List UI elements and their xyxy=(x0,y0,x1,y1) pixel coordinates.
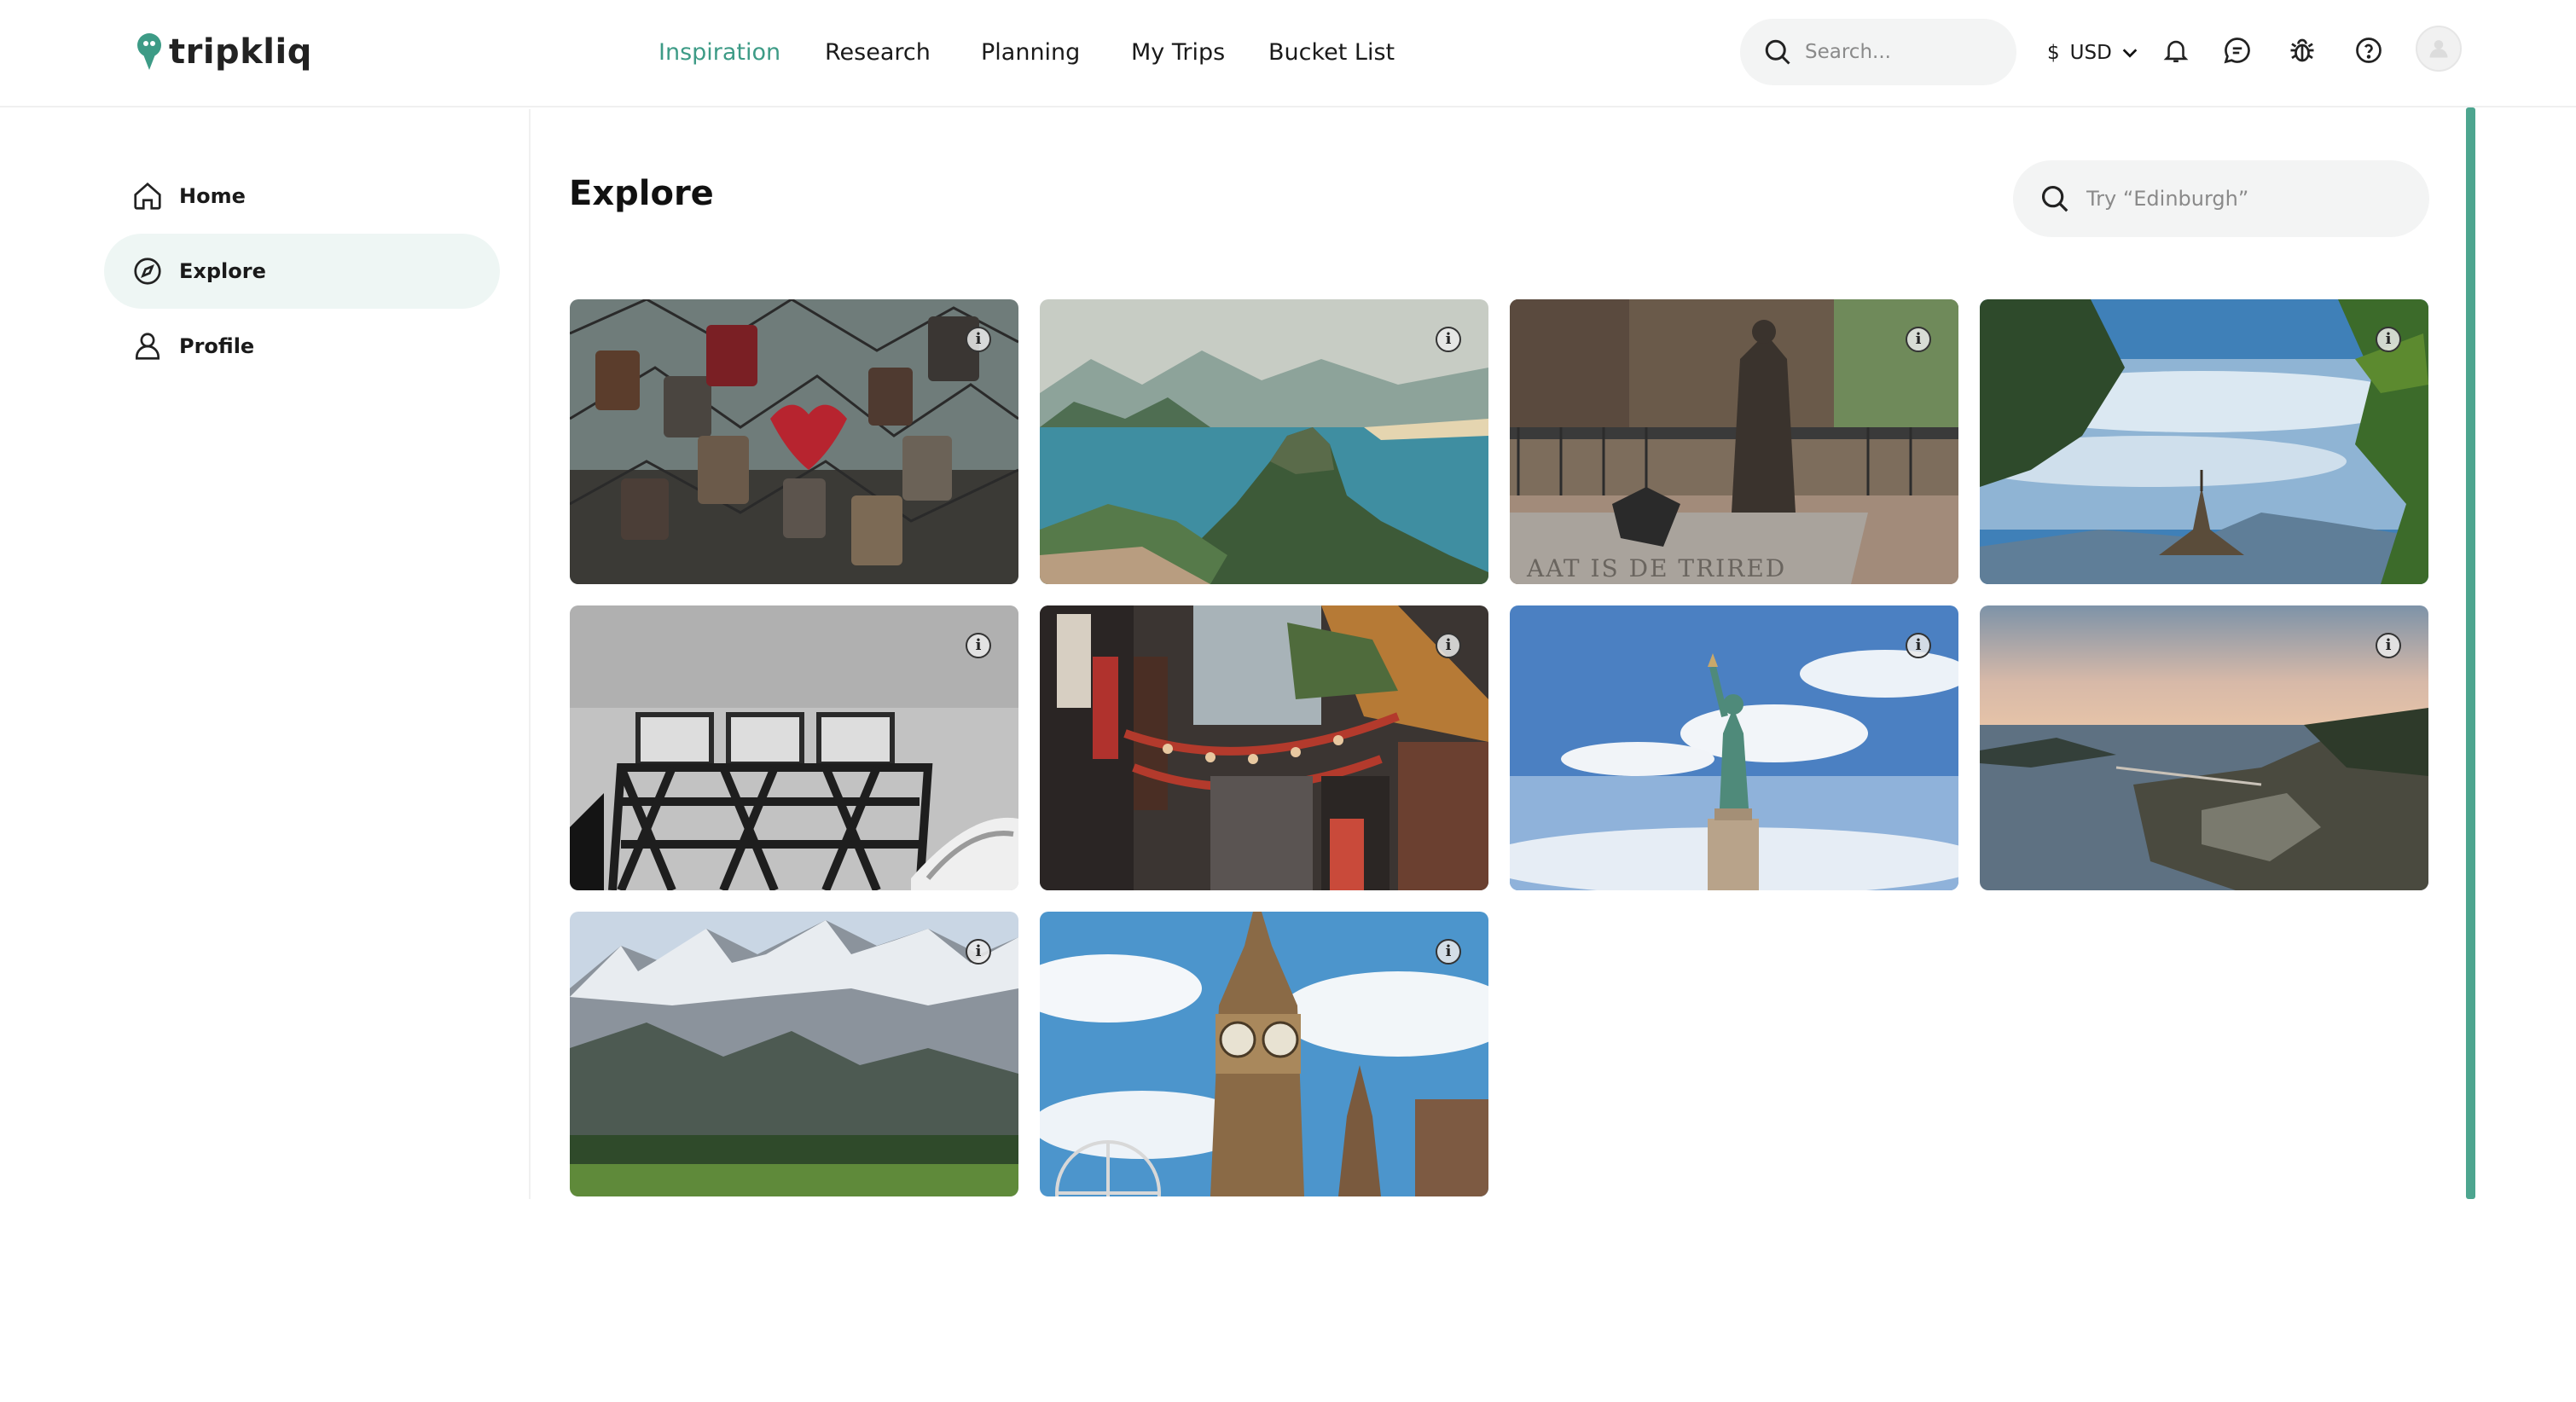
explore-search-input[interactable] xyxy=(2086,187,2411,211)
coastal-sunset-image xyxy=(1980,605,2428,890)
destination-card-canal-bridge-statue[interactable]: AAT IS DE TRIRED i xyxy=(1510,299,1958,584)
explore-search[interactable] xyxy=(2013,160,2429,237)
sidebar-item-label: Profile xyxy=(179,334,255,358)
sidebar-item-profile[interactable]: Profile xyxy=(104,309,500,384)
currency-symbol: $ xyxy=(2047,42,2060,64)
help-icon xyxy=(2356,38,2382,63)
search-icon xyxy=(2041,185,2068,212)
love-locks-image xyxy=(570,299,1018,584)
search-icon xyxy=(1765,39,1790,65)
sidebar: Home Explore Profile xyxy=(0,109,531,1199)
info-icon[interactable]: i xyxy=(1906,633,1931,658)
user-avatar[interactable] xyxy=(2416,26,2462,72)
global-search-input[interactable] xyxy=(1805,41,2001,63)
destination-card-bridge-sign[interactable]: i xyxy=(570,605,1018,890)
info-icon[interactable]: i xyxy=(966,327,991,352)
bug-icon xyxy=(2290,38,2314,62)
destination-card-big-ben[interactable]: i xyxy=(1040,912,1488,1196)
info-icon[interactable]: i xyxy=(1436,327,1461,352)
info-icon[interactable]: i xyxy=(966,633,991,658)
chinatown-street-image xyxy=(1040,605,1488,890)
home-icon xyxy=(134,182,161,210)
chat-icon xyxy=(2224,38,2250,64)
report-bug-button[interactable] xyxy=(2284,32,2320,68)
destination-card-love-locks[interactable]: i xyxy=(570,299,1018,584)
nav-planning[interactable]: Planning xyxy=(981,34,1080,72)
statue-of-liberty-image xyxy=(1510,605,1958,890)
nav-inspiration[interactable]: Inspiration xyxy=(659,34,780,72)
page-title: Explore xyxy=(569,174,714,213)
currency-selector[interactable]: $ USD xyxy=(2047,34,2139,72)
scrollbar[interactable] xyxy=(2466,107,2475,1199)
info-icon[interactable]: i xyxy=(2376,327,2401,352)
info-icon[interactable]: i xyxy=(1436,939,1461,965)
help-button[interactable] xyxy=(2351,32,2387,68)
sidebar-item-explore[interactable]: Explore xyxy=(104,234,500,309)
temple-on-hill-image xyxy=(1980,299,2428,584)
sidebar-item-label: Home xyxy=(179,184,246,208)
sugarloaf-mountain-image xyxy=(1040,299,1488,584)
compass-icon xyxy=(134,258,161,285)
sidebar-item-home[interactable]: Home xyxy=(104,159,500,234)
bridge-sign-image xyxy=(570,605,1018,890)
svg-text:AAT IS DE TRIRED: AAT IS DE TRIRED xyxy=(1526,554,1786,582)
canal-bridge-statue-image: AAT IS DE TRIRED xyxy=(1510,299,1958,584)
top-navigation-bar: tripkliq Inspiration Research Planning M… xyxy=(0,0,2576,107)
user-icon xyxy=(135,333,160,360)
info-icon[interactable]: i xyxy=(1906,327,1931,352)
big-ben-image xyxy=(1040,912,1488,1196)
snowy-mountains-image xyxy=(570,912,1018,1196)
sidebar-item-label: Explore xyxy=(179,259,266,283)
destination-card-statue-of-liberty[interactable]: i xyxy=(1510,605,1958,890)
bell-icon xyxy=(2163,40,2189,63)
destination-card-chinatown-street[interactable]: i xyxy=(1040,605,1488,890)
notifications-button[interactable] xyxy=(2158,32,2194,68)
chevron-down-icon xyxy=(2122,49,2138,58)
destination-card-snowy-mountains[interactable]: i xyxy=(570,912,1018,1196)
destination-card-temple-on-hill[interactable]: i xyxy=(1980,299,2428,584)
messages-button[interactable] xyxy=(2219,32,2255,68)
info-icon[interactable]: i xyxy=(966,939,991,965)
nav-research[interactable]: Research xyxy=(825,34,931,72)
nav-bucket-list[interactable]: Bucket List xyxy=(1268,34,1395,72)
destination-card-sugarloaf-mountain[interactable]: i xyxy=(1040,299,1488,584)
info-icon[interactable]: i xyxy=(2376,633,2401,658)
currency-code: USD xyxy=(2069,42,2112,64)
nav-my-trips[interactable]: My Trips xyxy=(1131,34,1225,72)
destination-card-coastal-sunset[interactable]: i xyxy=(1980,605,2428,890)
global-search[interactable] xyxy=(1740,19,2016,85)
info-icon[interactable]: i xyxy=(1436,633,1461,658)
user-placeholder-icon xyxy=(2429,40,2448,58)
